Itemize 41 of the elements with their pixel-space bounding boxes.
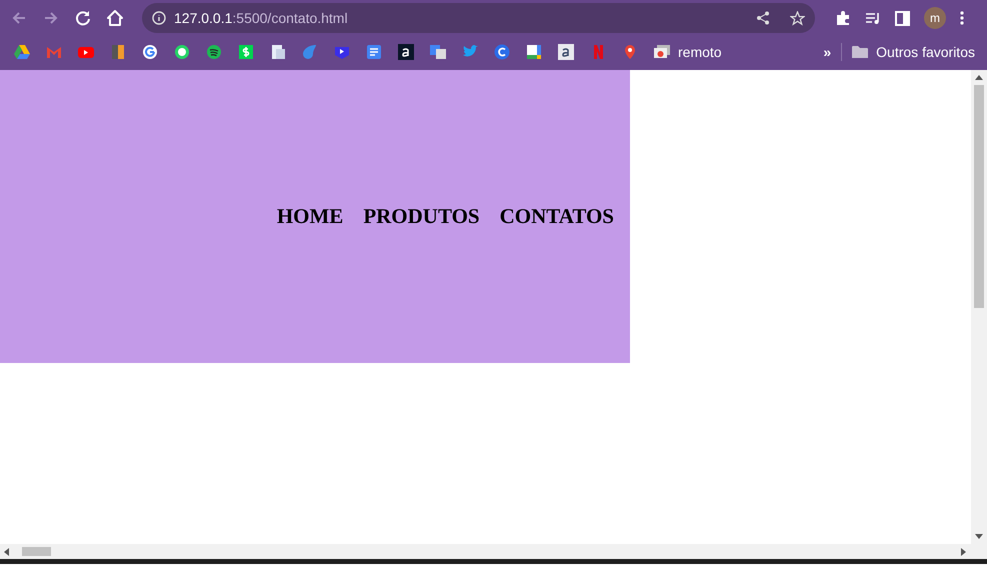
more-bookmarks-button[interactable]: » bbox=[823, 42, 832, 62]
nav-link[interactable]: CONTATOS bbox=[500, 200, 614, 232]
scroll-down-icon[interactable] bbox=[975, 532, 983, 540]
puzzle-icon[interactable] bbox=[835, 10, 851, 26]
a-letter-icon[interactable] bbox=[558, 44, 574, 60]
scrollbar-thumb[interactable] bbox=[22, 547, 51, 556]
document-icon[interactable] bbox=[270, 44, 286, 60]
c-letter-icon[interactable] bbox=[494, 44, 510, 60]
star-icon[interactable] bbox=[790, 10, 805, 26]
music-icon[interactable] bbox=[206, 44, 222, 60]
dollar-icon[interactable] bbox=[238, 44, 254, 60]
nav-link[interactable]: PRODUTOS bbox=[363, 200, 480, 232]
vertical-scrollbar[interactable] bbox=[971, 70, 987, 559]
address-bar[interactable]: 127.0.0.1:5500/contato.html bbox=[142, 3, 815, 33]
scroll-left-icon[interactable] bbox=[3, 548, 11, 556]
drive-icon[interactable] bbox=[14, 44, 30, 60]
other-bookmarks-folder[interactable]: Outros favoritos bbox=[876, 42, 975, 62]
reload-icon[interactable] bbox=[74, 9, 92, 27]
folder-icon bbox=[852, 45, 868, 59]
map-pin-icon[interactable] bbox=[622, 44, 638, 60]
video-icon[interactable] bbox=[78, 44, 94, 60]
home-icon[interactable] bbox=[106, 9, 124, 27]
scroll-up-icon[interactable] bbox=[975, 74, 983, 82]
g-letter-icon[interactable] bbox=[142, 44, 158, 60]
menu-icon[interactable] bbox=[960, 11, 964, 25]
url-text: 127.0.0.1:5500/contato.html bbox=[174, 8, 349, 28]
scroll-right-icon[interactable] bbox=[959, 548, 967, 556]
share-icon[interactable] bbox=[756, 11, 770, 25]
playlist-icon[interactable] bbox=[865, 10, 881, 26]
profile-avatar[interactable]: m bbox=[924, 7, 946, 29]
side-panel-icon[interactable] bbox=[895, 10, 910, 26]
horizontal-scrollbar[interactable] bbox=[0, 544, 971, 559]
window-stack-icon bbox=[654, 45, 670, 59]
nav-link[interactable]: HOME bbox=[276, 200, 344, 232]
info-icon bbox=[152, 11, 166, 25]
scrollbar-thumb[interactable] bbox=[974, 85, 984, 308]
calendar-icon[interactable] bbox=[526, 44, 542, 60]
bookmark-link[interactable]: remoto bbox=[654, 42, 722, 62]
play-icon[interactable] bbox=[334, 44, 350, 60]
notes-icon[interactable] bbox=[366, 44, 382, 60]
a-letter-icon[interactable] bbox=[398, 44, 414, 60]
